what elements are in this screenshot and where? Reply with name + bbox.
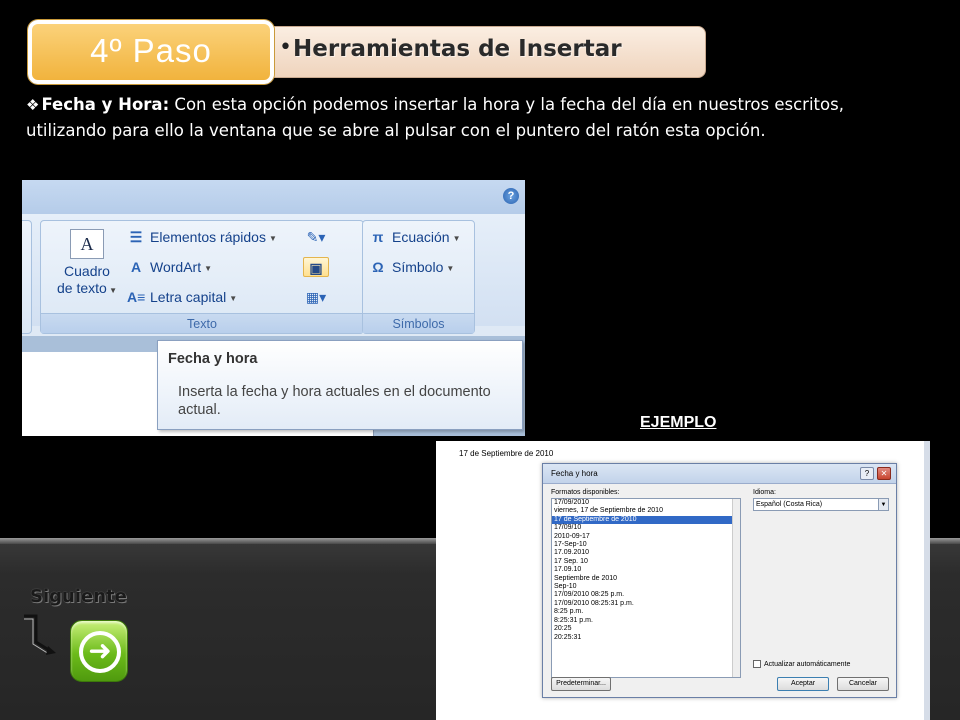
tooltip-title: Fecha y hora xyxy=(168,351,258,367)
format-list-item[interactable]: 17 de Septiembre de 2010 xyxy=(552,515,740,525)
bullet: • xyxy=(279,35,292,60)
format-list-item[interactable]: Septiembre de 2010 xyxy=(552,575,740,583)
next-button[interactable]: ➜ xyxy=(70,620,128,682)
date-time-dialog: Fecha y hora ? ✕ Formatos disponibles: 1… xyxy=(542,463,897,698)
elementos-rapidos-button[interactable]: ☰ Elementos rápidos ▼ xyxy=(127,229,277,246)
dialog-close-button[interactable]: ✕ xyxy=(877,467,891,480)
intro-paragraph: ❖ Fecha y Hora: Con esta opción podemos i… xyxy=(26,92,906,144)
text-box-icon: A xyxy=(70,229,104,259)
formats-list[interactable]: 17/09/2010 viernes, 17 de Septiembre de 2… xyxy=(551,498,741,678)
dialog-help-button[interactable]: ? xyxy=(860,467,874,480)
hook-arrow-icon xyxy=(24,614,56,655)
chevron-down-icon: ▼ xyxy=(878,499,888,510)
language-label: Idioma: xyxy=(753,489,776,496)
step-label: 4º Paso xyxy=(90,32,212,69)
ecuacion-button[interactable]: π Ecuación ▼ xyxy=(369,229,461,245)
quick-parts-icon: ☰ xyxy=(129,229,143,245)
cuadro-label-1: Cuadro xyxy=(64,263,110,279)
format-list-item[interactable]: 20:25:31 xyxy=(552,634,740,642)
ribbon-tab-strip xyxy=(22,180,525,214)
section-banner: • Herramientas de Insertar xyxy=(232,26,706,78)
cancel-button[interactable]: Cancelar xyxy=(837,677,889,691)
document-date: 17 de Septiembre de 2010 xyxy=(459,449,554,458)
ribbon-group-texto: A Cuadro de texto ▼ ☰ Elementos rápidos ▼ … xyxy=(40,220,364,334)
tooltip: Fecha y hora Inserta la fecha y hora act… xyxy=(157,340,523,430)
checkbox-box xyxy=(753,660,761,668)
auto-update-checkbox[interactable]: Actualizar automáticamente xyxy=(753,660,850,668)
help-icon[interactable]: ? xyxy=(503,188,519,204)
signature-line-icon[interactable]: ✎▾ xyxy=(303,227,329,247)
window-edge xyxy=(924,441,930,720)
intro-term: Fecha y Hora: xyxy=(41,95,170,114)
format-list-item[interactable]: Sep-10 xyxy=(552,583,740,591)
format-list-item[interactable]: 8:25 p.m. xyxy=(552,608,740,616)
insert-object-icon[interactable]: ▦▾ xyxy=(303,287,329,307)
format-list-item[interactable]: viernes, 17 de Septiembre de 2010 xyxy=(552,507,740,515)
format-list-item[interactable]: 20:25 xyxy=(552,625,740,633)
section-title: Herramientas de Insertar xyxy=(293,36,622,62)
format-list-item[interactable]: 17-Sep-10 xyxy=(552,541,740,549)
wordart-button[interactable]: A WordArt ▼ xyxy=(127,259,212,275)
pi-icon: π xyxy=(372,229,384,245)
formats-label: Formatos disponibles: xyxy=(551,489,620,496)
drop-cap-icon: A≡ xyxy=(127,289,146,305)
group-caption-simbolos: Símbolos xyxy=(363,313,474,333)
format-list-item[interactable]: 17/09/10 xyxy=(552,524,740,532)
date-time-icon[interactable]: ▣ xyxy=(303,257,329,277)
format-list-item[interactable]: 17.09.10 xyxy=(552,566,740,574)
formats-scrollbar[interactable] xyxy=(732,499,740,677)
simbolo-button[interactable]: Ω Símbolo ▼ xyxy=(369,259,454,275)
dialog-title: Fecha y hora xyxy=(543,464,896,484)
omega-icon: Ω xyxy=(372,259,384,275)
ribbon-group-simbolos: π Ecuación ▼ Ω Símbolo ▼ Símbolos xyxy=(362,220,475,334)
letra-capital-button[interactable]: A≡ Letra capital ▼ xyxy=(127,289,237,305)
example-screenshot: 17 de Septiembre de 2010 Fecha y hora ? … xyxy=(436,441,930,720)
format-list-item[interactable]: 17 Sep. 10 xyxy=(552,558,740,566)
format-list-item[interactable]: 17.09.2010 xyxy=(552,549,740,557)
ribbon-screenshot: ? A Cuadro de texto ▼ ☰ Elementos rápidos… xyxy=(22,180,525,436)
cuadro-de-texto-button[interactable]: A Cuadro de texto ▼ xyxy=(51,229,123,299)
format-list-item[interactable]: 17/09/2010 xyxy=(552,499,740,507)
auto-update-label: Actualizar automáticamente xyxy=(764,660,851,668)
format-list-item[interactable]: 17/09/2010 08:25:31 p.m. xyxy=(552,600,740,608)
language-value: Español (Costa Rica) xyxy=(756,501,823,508)
example-label: EJEMPLO xyxy=(640,414,717,431)
format-list-item[interactable]: 17/09/2010 08:25 p.m. xyxy=(552,591,740,599)
tooltip-body: Inserta la fecha y hora actuales en el d… xyxy=(178,384,491,418)
ribbon-group-partial xyxy=(22,220,32,334)
format-list-item[interactable]: 2010-09-17 xyxy=(552,533,740,541)
group-caption-texto: Texto xyxy=(41,313,363,333)
cuadro-label-2: de texto ▼ xyxy=(57,280,117,296)
wordart-icon: A xyxy=(130,259,142,275)
step-badge: 4º Paso xyxy=(28,20,274,84)
default-button[interactable]: Predeterminar... xyxy=(551,677,611,691)
next-label[interactable]: Siguiente xyxy=(30,586,127,607)
language-select[interactable]: Español (Costa Rica) ▼ xyxy=(753,498,889,511)
accept-button[interactable]: Aceptar xyxy=(777,677,829,691)
arrow-right-icon: ➜ xyxy=(79,631,121,673)
diamond-bullet-icon: ❖ xyxy=(26,96,40,114)
format-list-item[interactable]: 8:25:31 p.m. xyxy=(552,617,740,625)
